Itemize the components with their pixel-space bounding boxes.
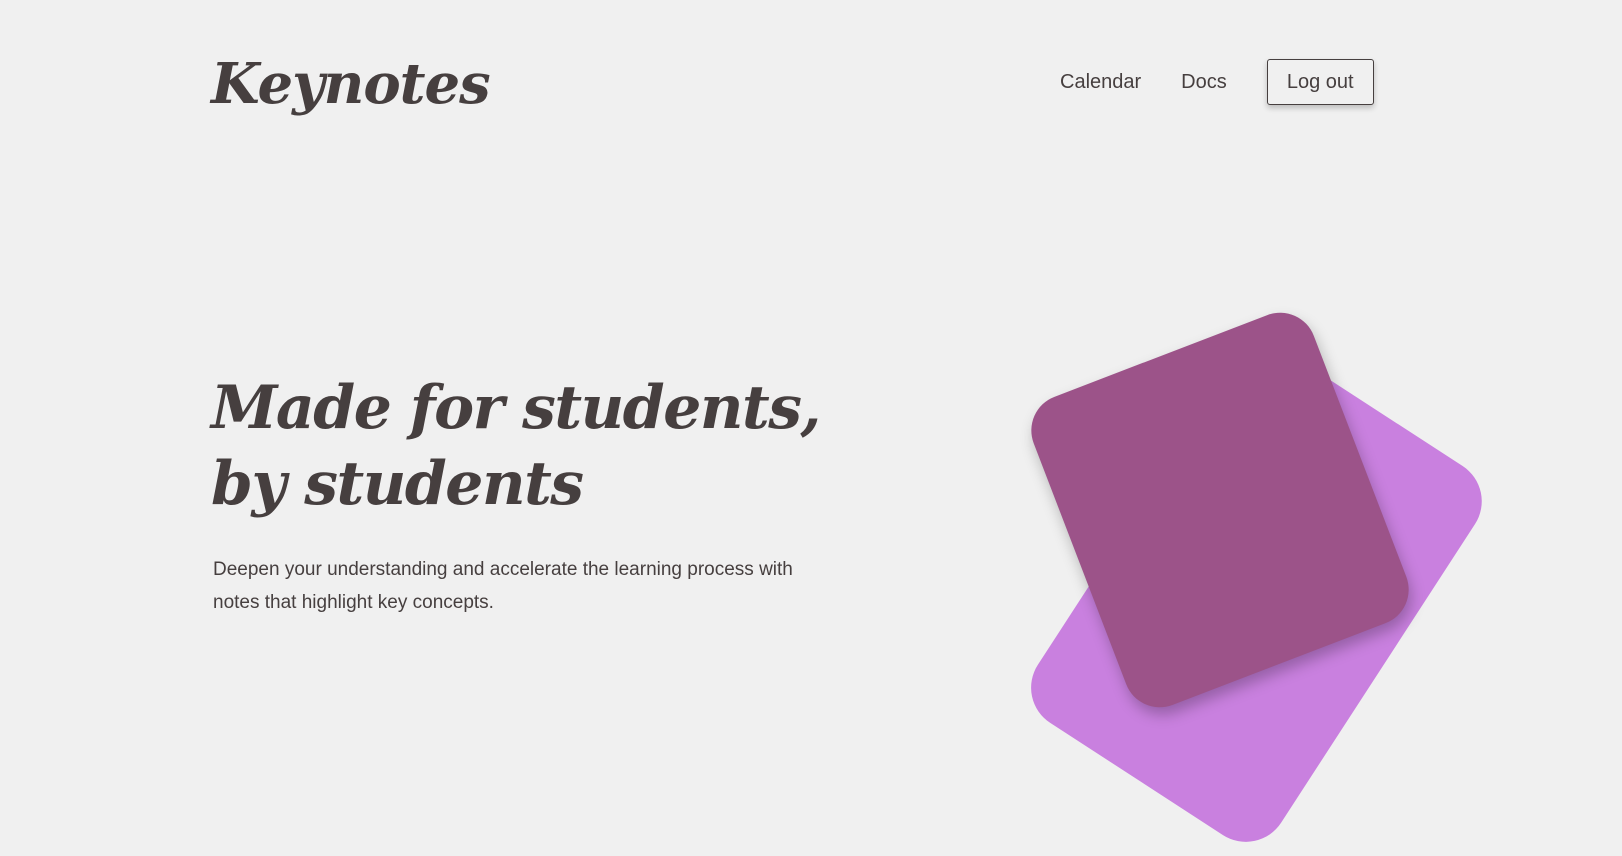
hero-headline: Made for students, by students bbox=[211, 373, 821, 519]
hero-subtext: Deepen your understanding and accelerate… bbox=[213, 559, 793, 613]
app-logo[interactable]: Keynotes bbox=[211, 44, 491, 124]
main-nav: Calendar Docs Log out bbox=[1060, 59, 1374, 105]
logout-button[interactable]: Log out bbox=[1266, 59, 1374, 105]
nav-calendar-link[interactable]: Calendar bbox=[1060, 71, 1141, 94]
nav-docs-link[interactable]: Docs bbox=[1181, 71, 1227, 94]
